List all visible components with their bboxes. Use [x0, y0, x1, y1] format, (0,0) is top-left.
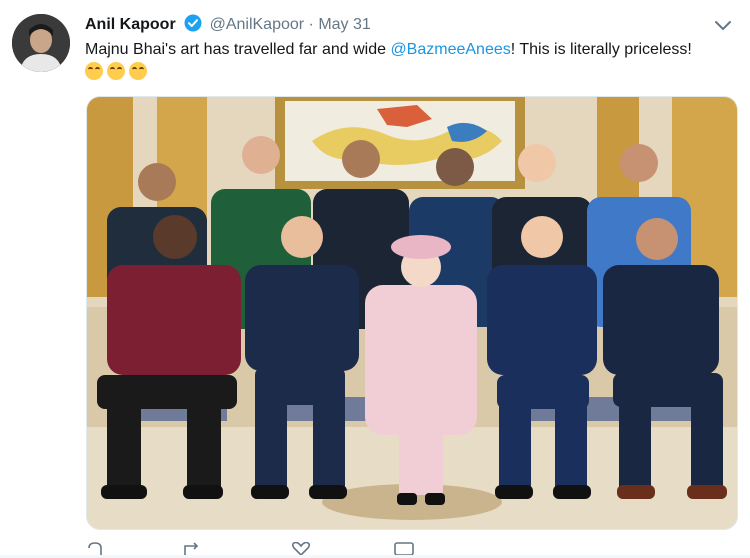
tears-of-joy-emoji-icon: [129, 62, 147, 80]
separator-dot: ·: [308, 16, 314, 33]
tweet-date[interactable]: May 31: [318, 16, 370, 33]
reply-button[interactable]: [86, 542, 104, 558]
author-handle[interactable]: @AnilKapoor: [210, 16, 305, 33]
message-icon: [394, 542, 414, 558]
tears-of-joy-emoji-icon: [107, 62, 125, 80]
verified-badge-icon: [184, 14, 202, 39]
tweet-card[interactable]: Anil Kapoor @AnilKapoor · May 31 Majnu B…: [0, 0, 750, 558]
mention-link[interactable]: @BazmeeAnees: [390, 41, 510, 58]
author-name[interactable]: Anil Kapoor: [85, 16, 176, 33]
tweet-text: Majnu Bhai's art has travelled far and w…: [85, 38, 705, 84]
tears-of-joy-emoji-icon: [85, 62, 103, 80]
reply-icon: [86, 542, 104, 558]
tweet-text-after: ! This is literally priceless!: [510, 41, 692, 58]
tweet-header: Anil Kapoor @AnilKapoor · May 31: [85, 14, 371, 39]
message-button[interactable]: [394, 542, 414, 558]
like-button[interactable]: [291, 541, 311, 558]
like-icon: [291, 541, 311, 558]
tweet-photo[interactable]: [86, 96, 738, 530]
retweet-icon: [182, 542, 204, 558]
tweet-text-before: Majnu Bhai's art has travelled far and w…: [85, 41, 391, 58]
chevron-down-icon[interactable]: [712, 14, 734, 36]
avatar[interactable]: [12, 14, 70, 72]
tweet-actions: [86, 541, 446, 558]
retweet-button[interactable]: [182, 542, 204, 558]
